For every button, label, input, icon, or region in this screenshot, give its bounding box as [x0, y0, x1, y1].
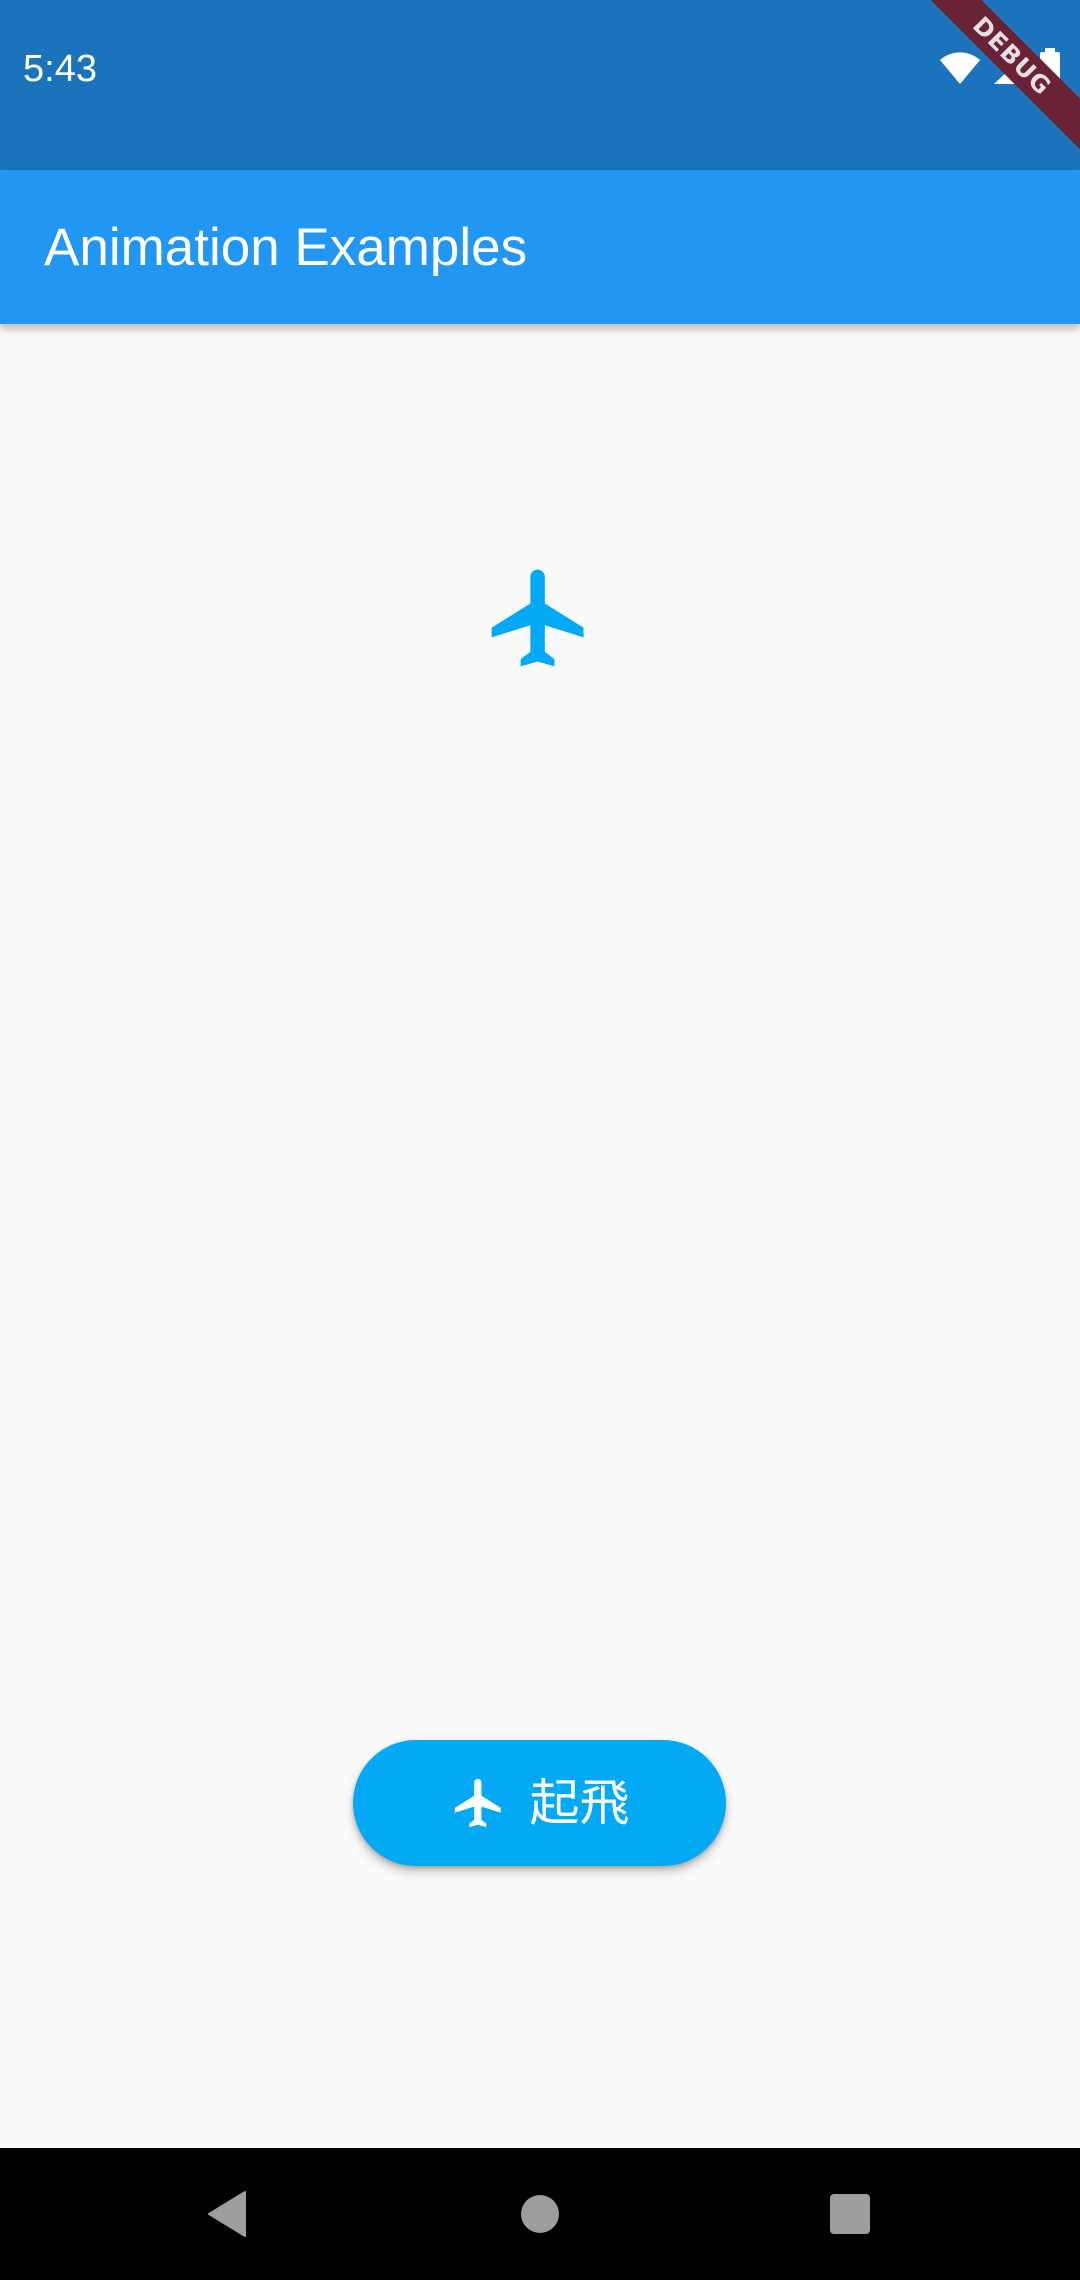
- home-icon: [521, 2195, 559, 2233]
- back-icon: [208, 2191, 246, 2237]
- status-time: 5:43: [23, 48, 97, 90]
- app-title: Animation Examples: [44, 218, 528, 277]
- airplane-icon: [491, 569, 584, 667]
- app-bar: Animation Examples: [0, 170, 1080, 324]
- content-area: 起飛: [0, 324, 1080, 2148]
- home-button[interactable]: [470, 2148, 610, 2280]
- back-button[interactable]: [157, 2148, 297, 2280]
- take-off-button[interactable]: 起飛: [353, 1740, 726, 1866]
- screen: 5:43 DEBUG Animation Examples 起飛: [0, 0, 1080, 2280]
- recents-icon: [830, 2194, 870, 2234]
- navigation-bar: [0, 2148, 1080, 2280]
- status-bar: 5:43 DEBUG: [0, 0, 1080, 170]
- take-off-button-label: 起飛: [529, 1774, 630, 1832]
- recents-button[interactable]: [780, 2148, 920, 2280]
- wifi-icon: [940, 52, 980, 84]
- airplane-icon: [454, 1778, 501, 1828]
